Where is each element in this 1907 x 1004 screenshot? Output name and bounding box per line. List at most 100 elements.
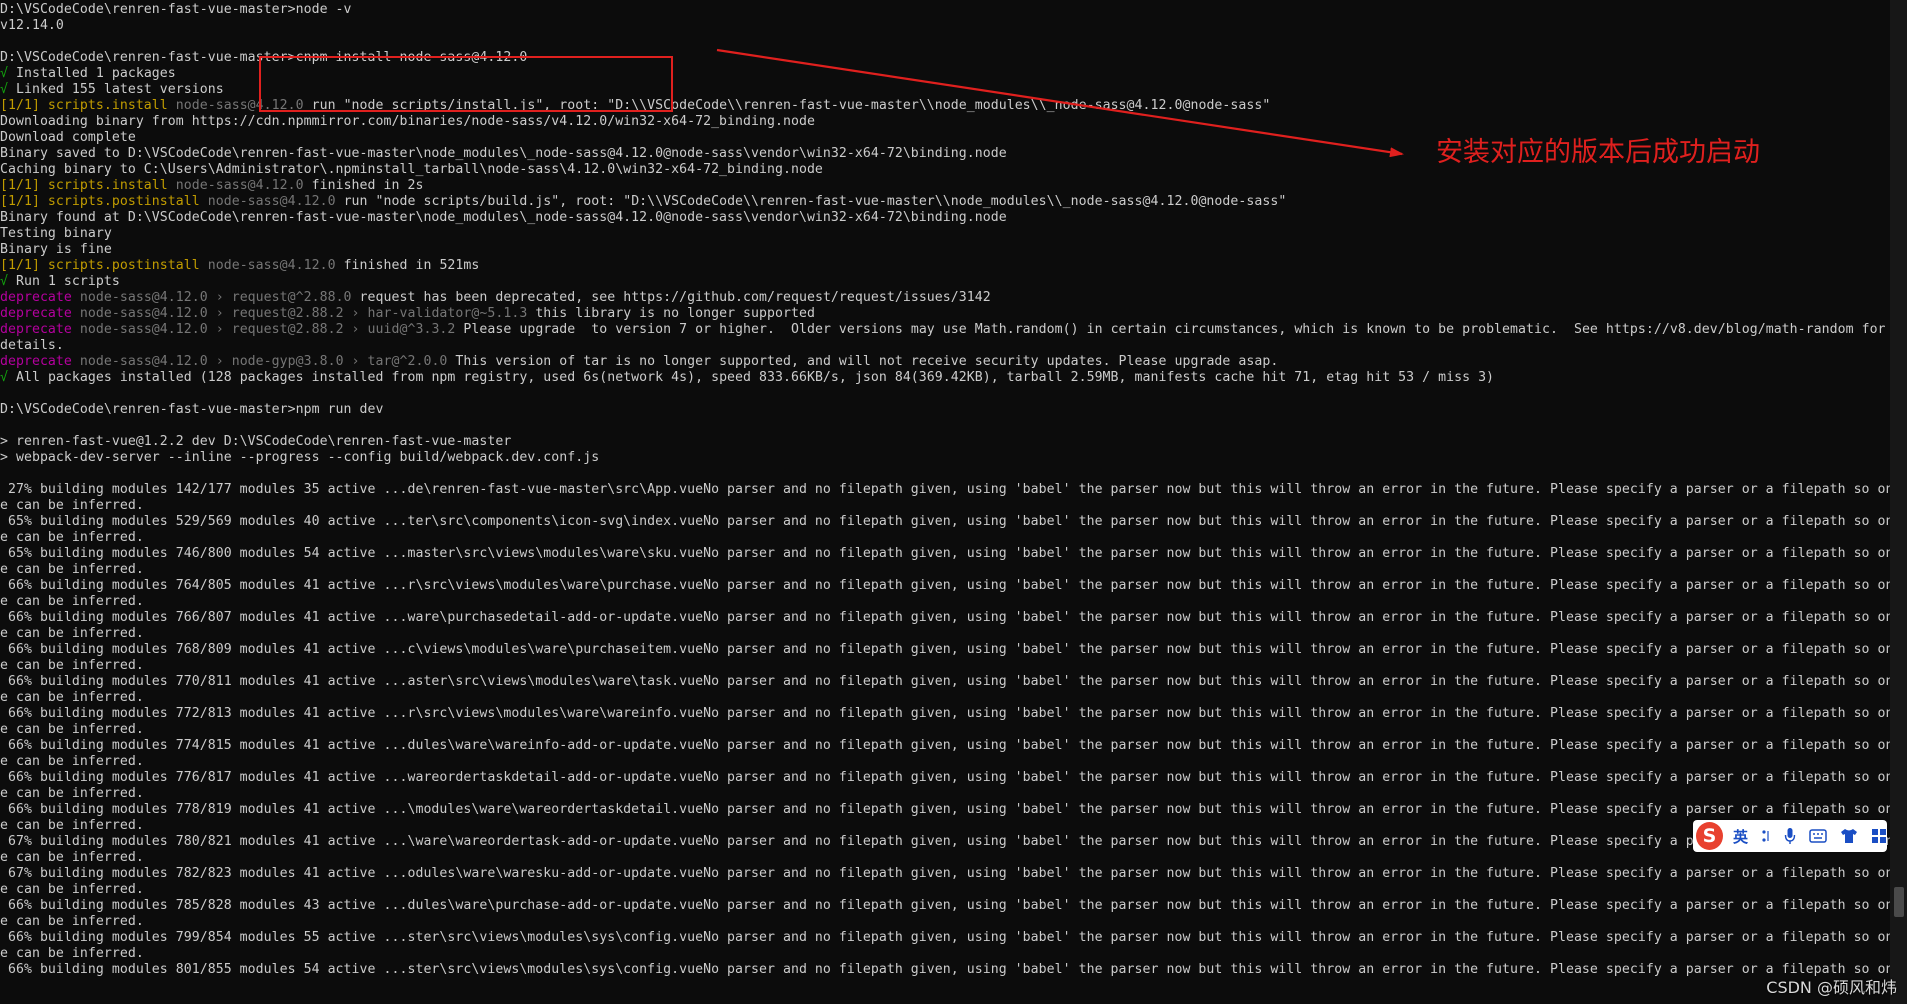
punctuation-icon[interactable] [1761,828,1771,844]
terminal-text: e can be inferred. [0,786,144,801]
terminal-text: [1/1] scripts.install [0,178,176,193]
terminal-text: Testing binary [0,226,112,241]
terminal-text: e can be inferred. [0,562,144,577]
terminal-text: e can be inferred. [0,498,144,513]
terminal-line: e can be inferred. [0,850,1890,866]
terminal-text: deprecate [0,354,80,369]
toolbox-grid-icon[interactable] [1871,828,1887,844]
terminal-line: √ Run 1 scripts [0,274,1890,290]
terminal-line: Binary is fine [0,242,1890,258]
keyboard-icon[interactable] [1809,829,1827,843]
ime-toolbar[interactable]: S 英 [1693,820,1887,852]
terminal-line: D:\VSCodeCode\renren-fast-vue-master>npm… [0,402,1890,418]
terminal-text: [1/1] scripts.postinstall [0,194,208,209]
terminal-text: Binary found at D:\VSCodeCode\renren-fas… [0,210,1007,225]
terminal-text: 67% building modules 780/821 modules 41 … [0,834,1890,849]
terminal-text: [1/1] scripts.install [0,98,176,113]
terminal-text: > renren-fast-vue@1.2.2 dev D:\VSCodeCod… [0,434,512,449]
terminal-line: D:\VSCodeCode\renren-fast-vue-master>nod… [0,2,1890,18]
terminal-text: Linked 155 latest versions [15,82,224,97]
terminal-text: v12.14.0 [0,18,64,33]
terminal-text: node-sass@4.12.0 › request@2.88.2 › uuid… [79,322,456,337]
terminal-line: Testing binary [0,226,1890,242]
terminal-line: [1/1] scripts.postinstall node-sass@4.12… [0,194,1890,210]
terminal-text: √ [0,274,16,289]
terminal-text: finished in 2s [303,178,424,193]
terminal-line: > renren-fast-vue@1.2.2 dev D:\VSCodeCod… [0,434,1890,450]
terminal-line: [1/1] scripts.postinstall node-sass@4.12… [0,258,1890,274]
terminal-text: > webpack-dev-server --inline --progress… [0,450,600,465]
terminal-line: 66% building modules 801/855 modules 54 … [0,962,1890,978]
terminal-line: e can be inferred. [0,530,1890,546]
terminal-text: 66% building modules 785/828 modules 43 … [0,898,1890,913]
terminal-text: 66% building modules 772/813 modules 41 … [0,706,1890,721]
terminal-text: node-sass@4.12.0 [207,258,336,273]
terminal-text: 67% building modules 782/823 modules 41 … [0,866,1890,881]
terminal-text: √ [0,82,16,97]
terminal-line: 66% building modules 764/805 modules 41 … [0,578,1890,594]
terminal-text: D:\VSCodeCode\renren-fast-vue-master>nod… [0,2,352,17]
terminal-line: 65% building modules 746/800 modules 54 … [0,546,1890,562]
terminal-line: 66% building modules 770/811 modules 41 … [0,674,1890,690]
vertical-scrollbar[interactable] [1890,0,1907,1004]
terminal-line: e can be inferred. [0,498,1890,514]
terminal-text: e can be inferred. [0,850,144,865]
terminal-text: request has been deprecated, see https:/… [351,290,991,305]
terminal-text: deprecate [0,322,80,337]
terminal-line: e can be inferred. [0,754,1890,770]
terminal-text: e can be inferred. [0,818,144,833]
terminal-text: e can be inferred. [0,754,144,769]
terminal-text: node-sass@4.12.0 › node-gyp@3.8.0 › tar@… [79,354,448,369]
terminal-line: 66% building modules 772/813 modules 41 … [0,706,1890,722]
terminal-text: 66% building modules 774/815 modules 41 … [0,738,1890,753]
terminal-text: node-sass@4.12.0 › request@^2.88.0 [79,290,352,305]
microphone-icon[interactable] [1784,827,1796,845]
terminal-line: e can be inferred. [0,690,1890,706]
terminal-line: e can be inferred. [0,562,1890,578]
terminal-text: Binary is fine [0,242,112,257]
terminal-line: 66% building modules 778/819 modules 41 … [0,802,1890,818]
terminal-line: e can be inferred. [0,818,1890,834]
terminal-line: 65% building modules 529/569 modules 40 … [0,514,1890,530]
terminal-line: 66% building modules 768/809 modules 41 … [0,642,1890,658]
terminal-text: finished in 521ms [335,258,480,273]
terminal-line: e can be inferred. [0,946,1890,962]
ime-language-toggle[interactable]: 英 [1733,826,1748,847]
terminal-line: 67% building modules 782/823 modules 41 … [0,866,1890,882]
terminal-text: Downloading binary from https://cdn.npmm… [0,114,815,129]
terminal-text: e can be inferred. [0,722,144,737]
terminal-line: 66% building modules 776/817 modules 41 … [0,770,1890,786]
terminal-line: deprecate node-sass@4.12.0 › node-gyp@3.… [0,354,1890,370]
terminal-text: 66% building modules 768/809 modules 41 … [0,642,1890,657]
terminal-line: details. [0,338,1890,354]
highlight-box [259,56,673,112]
terminal-text: e can be inferred. [0,690,144,705]
terminal-text: e can be inferred. [0,594,144,609]
terminal-text: Installed 1 packages [15,66,176,81]
terminal-text: Binary saved to D:\VSCodeCode\renren-fas… [0,146,1007,161]
terminal-line: 27% building modules 142/177 modules 35 … [0,482,1890,498]
terminal-text: Run 1 scripts [15,274,120,289]
terminal-text: √ [0,370,16,385]
terminal-text: All packages installed (128 packages ins… [15,370,1495,385]
terminal-text: 66% building modules 764/805 modules 41 … [0,578,1890,593]
terminal-line: [1/1] scripts.install node-sass@4.12.0 f… [0,178,1890,194]
terminal-text: deprecate [0,306,80,321]
sogou-logo-icon[interactable]: S [1696,822,1723,850]
terminal-text: run "node scripts/build.js", root: "D:\\… [335,194,1287,209]
skin-shirt-icon[interactable] [1840,828,1858,844]
terminal-text: 66% building modules 799/854 modules 55 … [0,930,1890,945]
terminal-line: > webpack-dev-server --inline --progress… [0,450,1890,466]
terminal-text: 66% building modules 770/811 modules 41 … [0,674,1890,689]
terminal-line: √ All packages installed (128 packages i… [0,370,1890,386]
scrollbar-thumb[interactable] [1894,887,1904,917]
terminal-line: v12.14.0 [0,18,1890,34]
terminal-text: node-sass@4.12.0 [175,178,304,193]
terminal-text: 27% building modules 142/177 modules 35 … [0,482,1890,497]
terminal-text: Please upgrade to version 7 or higher. O… [455,322,1886,337]
terminal-text: deprecate [0,290,80,305]
terminal-line: deprecate node-sass@4.12.0 › request@2.8… [0,306,1890,322]
